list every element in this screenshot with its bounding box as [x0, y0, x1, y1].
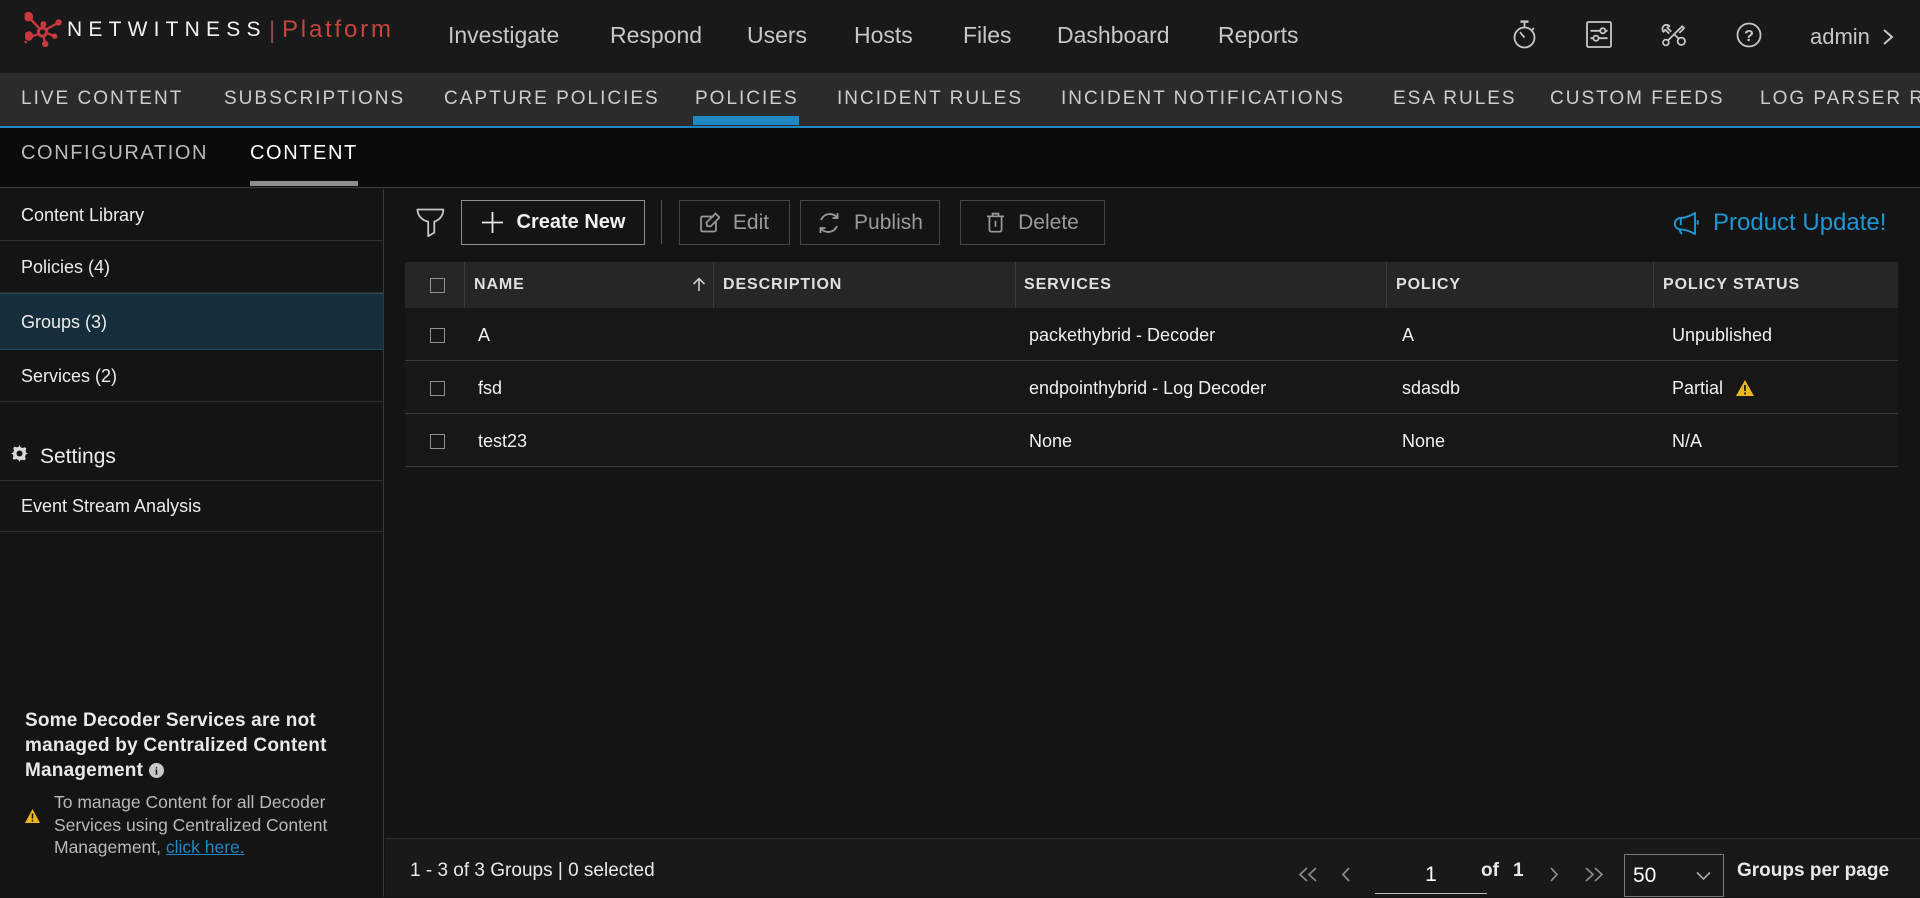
svg-text:i: i: [154, 766, 157, 778]
svg-text:?: ?: [1744, 28, 1754, 45]
